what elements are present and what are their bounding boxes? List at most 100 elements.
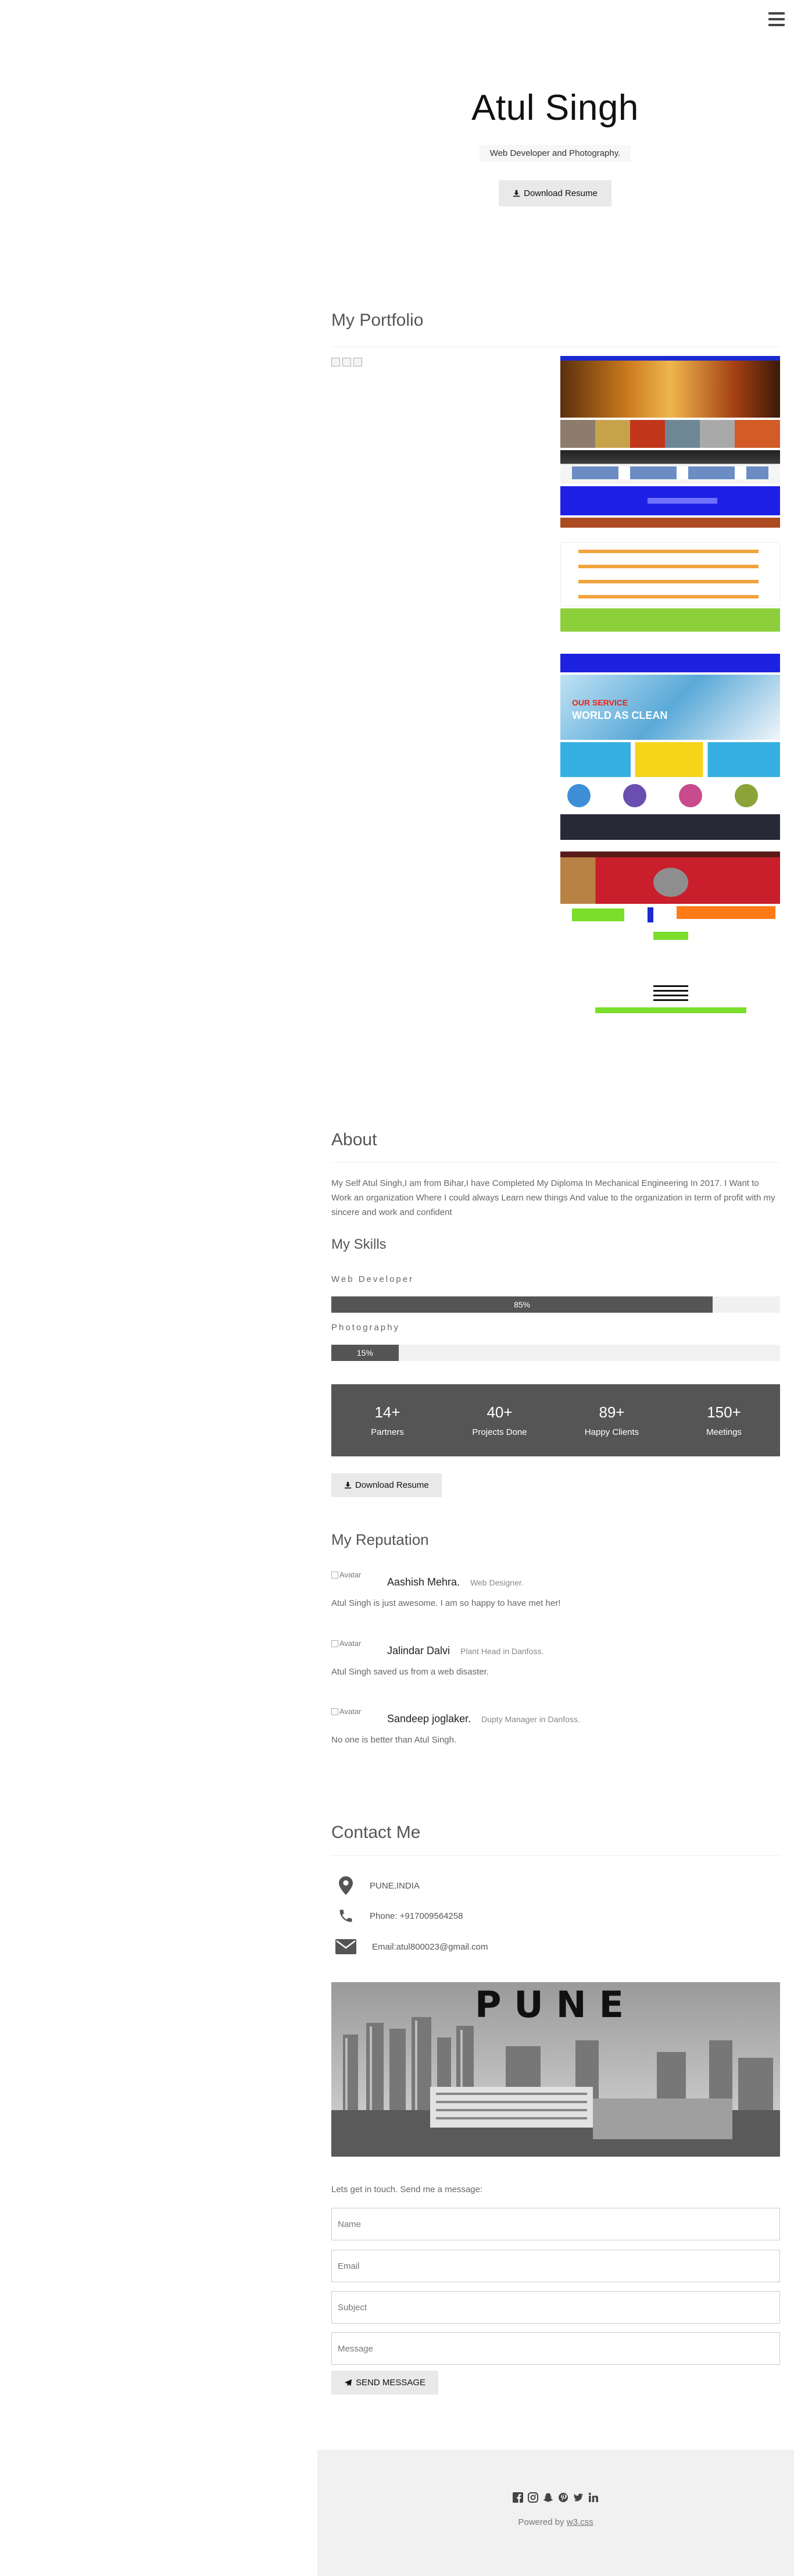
- reputation-title: My Reputation: [331, 1531, 429, 1548]
- instagram-icon[interactable]: [527, 2492, 539, 2503]
- portfolio-shot-grocery-list[interactable]: [560, 542, 780, 606]
- contact-location-text: PUNE,INDIA: [370, 1880, 420, 1891]
- contact-location: PUNE,INDIA: [331, 1876, 420, 1895]
- reviewer-role: Plant Head in Danfoss.: [460, 1647, 544, 1656]
- hamburger-menu-icon[interactable]: [767, 10, 786, 28]
- skill-label-photography: Photography: [331, 1323, 400, 1332]
- stat-label: Partners: [371, 1427, 404, 1437]
- broken-image-placeholders: [331, 358, 362, 366]
- skills-title: My Skills: [331, 1237, 387, 1252]
- phone-icon: [331, 1908, 360, 1924]
- skill-label-web: Web Developer: [331, 1274, 414, 1284]
- portfolio-shot-covid-site[interactable]: [560, 851, 780, 904]
- portfolio-shot-city-night[interactable]: [560, 450, 780, 484]
- download-icon: [344, 1481, 352, 1489]
- stat-clients: 89+ Happy Clients: [568, 1403, 656, 1437]
- send-message-button[interactable]: SEND MESSAGE: [331, 2371, 439, 2395]
- contact-email: Email:atul800023@gmail.com: [331, 1939, 488, 1954]
- portfolio-title: My Portfolio: [331, 311, 424, 330]
- portfolio-shot-food-header[interactable]: [560, 518, 780, 540]
- portfolio-shot-white-strip[interactable]: [560, 634, 780, 651]
- about-text: My Self Atul Singh,I am from Bihar,I hav…: [331, 1178, 775, 1217]
- stat-value: 40+: [487, 1403, 513, 1421]
- facebook-icon[interactable]: [512, 2492, 524, 2503]
- skill-bar-photography: 15%: [331, 1345, 780, 1361]
- stat-meetings: 150+ Meetings: [681, 1403, 768, 1437]
- broken-image-icon: [331, 358, 340, 366]
- stat-value: 89+: [599, 1403, 625, 1421]
- hero-name: Atul Singh: [471, 88, 639, 128]
- contact-divider: [331, 1855, 780, 1856]
- envelope-icon: [331, 1939, 360, 1954]
- reviewer-name: Aashish Mehra.: [387, 1576, 460, 1588]
- reviewer-role: Dupty Manager in Danfoss.: [481, 1715, 580, 1724]
- stat-partners: 14+ Partners: [344, 1403, 431, 1437]
- review-quote: Atul Singh is just awesome. I am so happ…: [331, 1598, 561, 1608]
- hero-section: Atul Singh Web Developer and Photography…: [331, 87, 779, 206]
- contact-email-text: Email:atul800023@gmail.com: [372, 1941, 488, 1952]
- portfolio-shot-gap: [560, 842, 780, 849]
- stats-panel: 14+ Partners 40+ Projects Done 89+ Happy…: [331, 1384, 780, 1456]
- portfolio-shot-dark-footer[interactable]: [560, 814, 780, 840]
- paper-plane-icon: [344, 2379, 352, 2386]
- powered-by-text: Powered by w3.css: [518, 2517, 593, 2527]
- message-field[interactable]: [331, 2332, 780, 2365]
- pinterest-icon[interactable]: [557, 2492, 569, 2503]
- portfolio-shot-circle-icons[interactable]: [560, 779, 780, 812]
- broken-image-icon: [353, 358, 362, 366]
- portfolio-shot-green-button[interactable]: [560, 926, 780, 975]
- reputation-item: Avatar Jalindar Dalvi Plant Head in Danfo…: [331, 1639, 780, 1677]
- download-resume-button[interactable]: Download Resume: [331, 1473, 442, 1497]
- skill-bar-fill: 85%: [331, 1296, 713, 1313]
- contact-form-hint: Lets get in touch. Send me a message:: [331, 2185, 483, 2194]
- social-links: [317, 2492, 794, 2503]
- about-divider: [331, 1162, 780, 1163]
- avatar: Avatar: [331, 1707, 361, 1716]
- hero-download-resume-button[interactable]: Download Resume: [499, 180, 611, 206]
- portfolio-shot-gallery-grid[interactable]: [560, 420, 780, 448]
- download-icon: [513, 190, 520, 197]
- contact-phone: Phone: +917009564258: [331, 1908, 463, 1924]
- reviewer-role: Web Designer.: [470, 1578, 524, 1587]
- reviewer-name: Sandeep joglaker.: [387, 1713, 471, 1725]
- skill-bar-fill: 15%: [331, 1345, 399, 1361]
- portfolio-shot-login-form[interactable]: [560, 977, 780, 1024]
- contact-title: Contact Me: [331, 1823, 421, 1842]
- map-marker-icon: [331, 1876, 360, 1895]
- reputation-item: Avatar Aashish Mehra. Web Designer. Atul …: [331, 1570, 780, 1608]
- skill-bar-web: 85%: [331, 1296, 780, 1313]
- portfolio-shot-payment-row[interactable]: [560, 906, 780, 924]
- stat-label: Meetings: [706, 1427, 742, 1437]
- about-title: About: [331, 1130, 377, 1149]
- subject-field[interactable]: [331, 2291, 780, 2324]
- w3css-link[interactable]: w3.css: [567, 2517, 593, 2527]
- hero-tagline: Web Developer and Photography.: [479, 145, 631, 162]
- portfolio-shot-service-cards[interactable]: [560, 742, 780, 777]
- contact-phone-text: Phone: +917009564258: [370, 1911, 463, 1921]
- review-quote: Atul Singh saved us from a web disaster.: [331, 1667, 489, 1677]
- pune-city-image: PUNE: [331, 1982, 780, 2157]
- reviewer-name: Jalindar Dalvi: [387, 1645, 450, 1656]
- reputation-item: Avatar Sandeep joglaker. Dupty Manager in…: [331, 1707, 780, 1745]
- stat-value: 150+: [707, 1403, 741, 1421]
- portfolio-shot-green-banner[interactable]: [560, 608, 780, 632]
- snapchat-icon[interactable]: [542, 2492, 554, 2503]
- avatar: Avatar: [331, 1639, 361, 1648]
- portfolio-shot-blue-strip[interactable]: [560, 654, 780, 672]
- stat-value: 14+: [374, 1403, 400, 1421]
- stat-label: Happy Clients: [584, 1427, 639, 1437]
- linkedin-icon[interactable]: [588, 2492, 599, 2503]
- twitter-icon[interactable]: [573, 2492, 584, 2503]
- name-field[interactable]: [331, 2208, 780, 2240]
- portfolio-shot-blue-site[interactable]: [560, 486, 780, 515]
- portfolio-shot-sunset[interactable]: [560, 356, 780, 418]
- broken-image-icon: [342, 358, 351, 366]
- email-field[interactable]: [331, 2250, 780, 2282]
- portfolio-gallery: OUR SERVICE WORLD AS CLEAN: [560, 356, 780, 1026]
- pune-image-text: PUNE: [475, 1983, 636, 2026]
- portfolio-shot-cleaning-service[interactable]: OUR SERVICE WORLD AS CLEAN: [560, 675, 780, 740]
- stat-projects: 40+ Projects Done: [456, 1403, 543, 1437]
- avatar: Avatar: [331, 1570, 361, 1579]
- hero-download-label: Download Resume: [524, 188, 598, 198]
- stat-label: Projects Done: [472, 1427, 527, 1437]
